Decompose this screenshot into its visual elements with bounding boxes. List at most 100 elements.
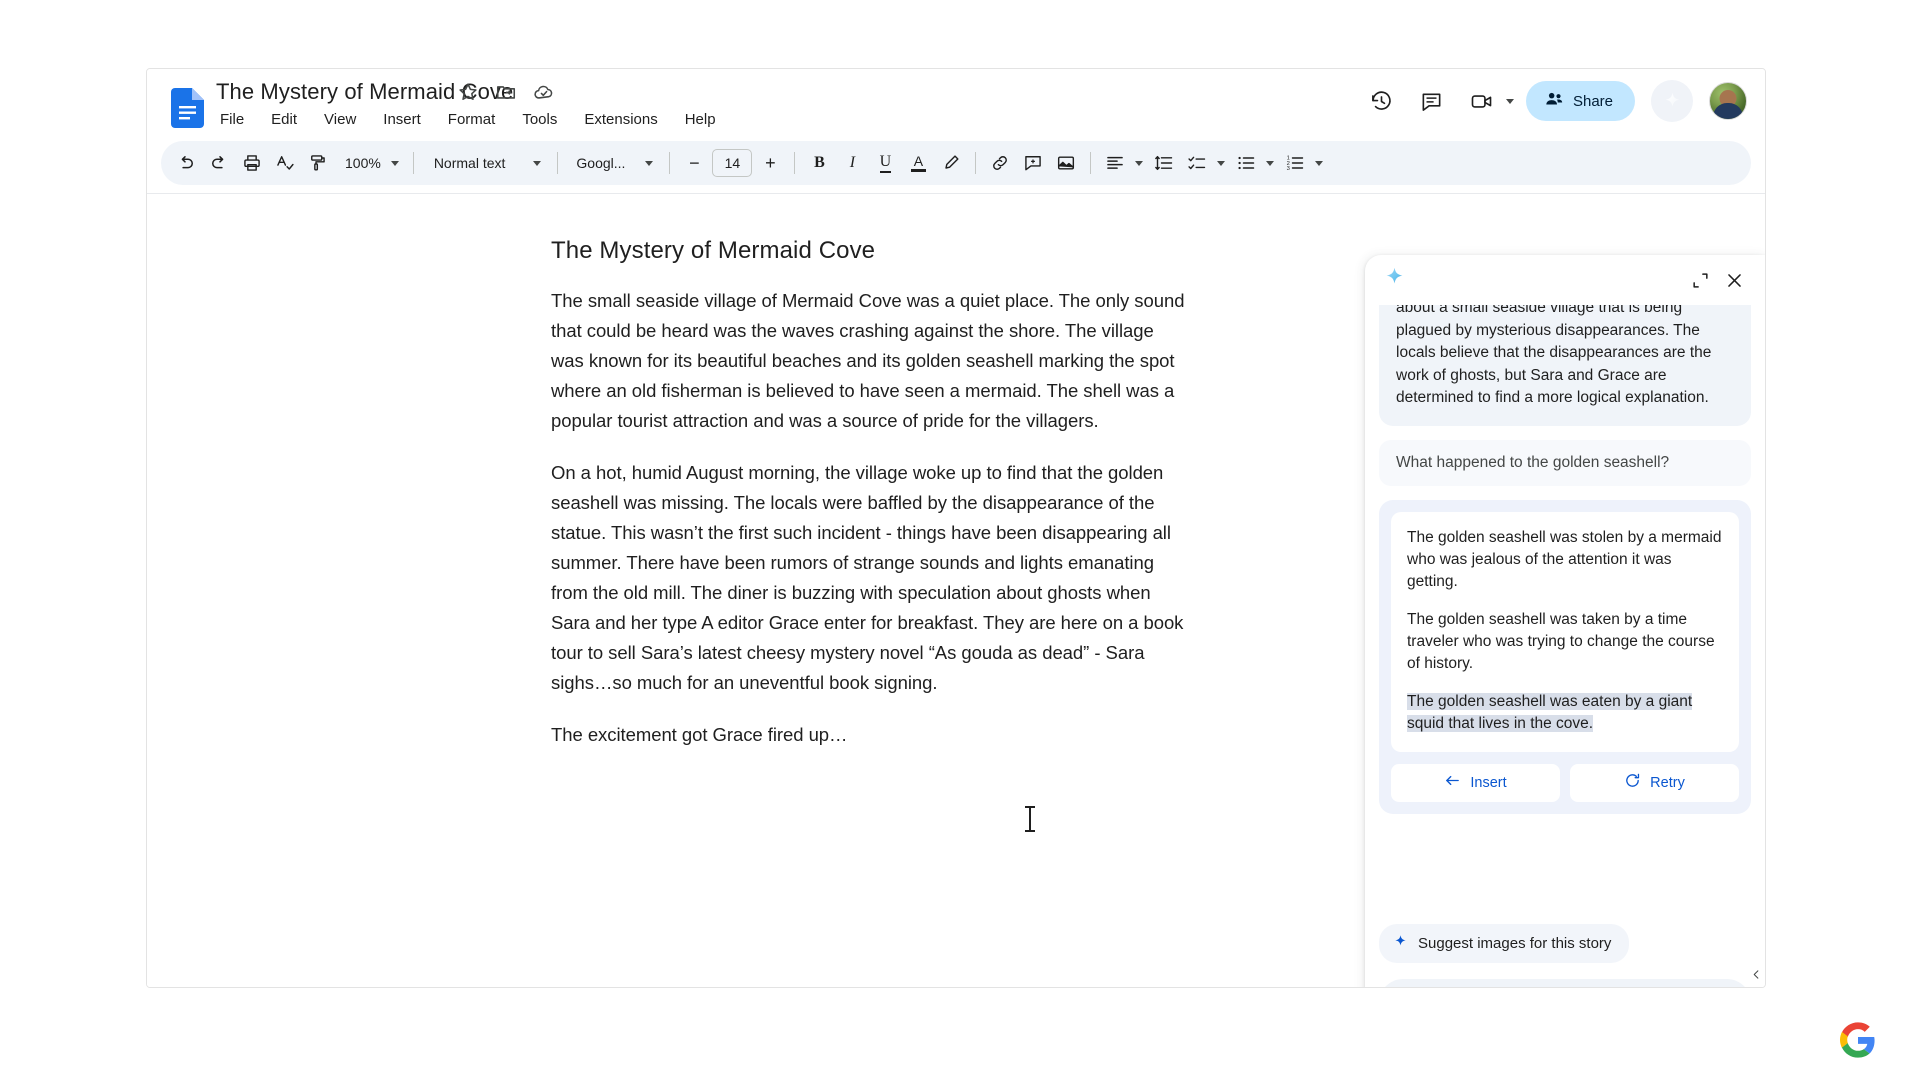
paint-format-icon[interactable] (302, 147, 334, 179)
toolbar-divider (557, 152, 558, 174)
numbered-list-icon[interactable]: 1 2 3 (1279, 147, 1311, 179)
line-spacing-icon[interactable] (1148, 147, 1180, 179)
ai-panel-header (1365, 255, 1765, 305)
menu-bar: File Edit View Insert Format Tools Exten… (217, 110, 719, 129)
font-size-input[interactable]: 14 (712, 149, 752, 177)
align-group (1099, 147, 1147, 179)
meet-dropdown-caret-icon[interactable] (1506, 99, 1514, 104)
menu-edit[interactable]: Edit (268, 110, 300, 129)
expand-panel-icon[interactable] (1683, 263, 1717, 297)
text-cursor-icon (1029, 806, 1031, 832)
text-color-swatch (911, 169, 926, 172)
chevron-down-icon (391, 161, 399, 166)
insert-link-icon[interactable] (984, 147, 1016, 179)
toolbar-wrap: 100% Normal text Googl... − 14 (147, 141, 1765, 193)
font-family-value: Googl... (576, 155, 625, 171)
version-history-icon[interactable] (1361, 80, 1403, 122)
print-icon[interactable] (236, 147, 268, 179)
video-camera-icon[interactable] (1461, 80, 1503, 122)
insert-label: Insert (1470, 775, 1506, 791)
zoom-control[interactable]: 100% (335, 147, 405, 179)
align-icon[interactable] (1099, 147, 1131, 179)
star-icon[interactable] (457, 81, 479, 103)
highlight-color-icon[interactable] (935, 147, 967, 179)
response-option-2[interactable]: The golden seashell was taken by a time … (1407, 609, 1723, 675)
toolbar-divider (794, 152, 795, 174)
numbered-list-dropdown-caret-icon[interactable] (1311, 147, 1327, 179)
ai-response-card: The golden seashell was stolen by a merm… (1379, 500, 1751, 814)
bulleted-list-dropdown-caret-icon[interactable] (1262, 147, 1278, 179)
menu-insert[interactable]: Insert (380, 110, 424, 129)
menu-format[interactable]: Format (445, 110, 499, 129)
italic-button[interactable]: I (836, 147, 868, 179)
bold-label: B (814, 154, 825, 172)
meet-group (1461, 80, 1514, 122)
bulleted-list-group (1230, 147, 1278, 179)
numbered-list-group: 1 2 3 (1279, 147, 1327, 179)
app-header: The Mystery of Mermaid Cove (147, 69, 1765, 141)
document-paragraph-3: The excitement got Grace fired up… (551, 720, 1191, 750)
chevron-down-icon (645, 161, 653, 166)
toolbar-divider (413, 152, 414, 174)
retry-button[interactable]: Retry (1570, 764, 1739, 802)
toolbar-divider (669, 152, 670, 174)
font-size-stepper: − 14 + (678, 147, 786, 179)
google-logo-icon (1840, 1022, 1876, 1058)
paragraph-style-value: Normal text (434, 155, 506, 171)
document-heading: The Mystery of Mermaid Cove (551, 237, 1191, 265)
add-comment-icon[interactable] (1017, 147, 1049, 179)
menu-tools[interactable]: Tools (519, 110, 560, 129)
redo-icon[interactable] (203, 147, 235, 179)
document-body[interactable]: The Mystery of Mermaid Cove The small se… (551, 237, 1191, 772)
menu-extensions[interactable]: Extensions (581, 110, 660, 129)
google-docs-logo-icon (170, 88, 204, 128)
collapse-panel-icon[interactable] (1748, 954, 1764, 988)
italic-label: I (850, 154, 855, 172)
menu-view[interactable]: View (321, 110, 359, 129)
ai-response-actions: Insert Retry (1391, 764, 1739, 802)
underline-button[interactable]: U (869, 147, 901, 179)
avatar[interactable] (1709, 82, 1747, 120)
gemini-sparkle-icon (1383, 266, 1406, 294)
text-color-button[interactable]: A (902, 147, 934, 179)
font-size-decrease-button[interactable]: − (678, 147, 710, 179)
bulleted-list-icon[interactable] (1230, 147, 1262, 179)
undo-icon[interactable] (170, 147, 202, 179)
insert-image-icon[interactable] (1050, 147, 1082, 179)
comments-icon[interactable] (1411, 80, 1453, 122)
insert-arrow-icon (1444, 772, 1461, 793)
suggestion-chip-label: Suggest images for this story (1418, 935, 1611, 952)
insert-button[interactable]: Insert (1391, 764, 1560, 802)
response-option-1[interactable]: The golden seashell was stolen by a merm… (1407, 527, 1723, 593)
chevron-down-icon (533, 161, 541, 166)
saved-to-drive-icon[interactable] (533, 81, 555, 103)
paragraph-style-control[interactable]: Normal text (422, 147, 550, 179)
underline-label: U (880, 153, 892, 173)
move-to-folder-icon[interactable] (495, 81, 517, 103)
share-people-icon (1544, 89, 1564, 113)
sparkle-small-icon (1393, 934, 1408, 953)
align-dropdown-caret-icon[interactable] (1131, 147, 1147, 179)
close-icon[interactable] (1717, 263, 1751, 297)
checklist-group (1181, 147, 1229, 179)
gemini-button[interactable] (1651, 80, 1693, 122)
ai-response-options: The golden seashell was stolen by a merm… (1391, 512, 1739, 752)
share-button[interactable]: Share (1526, 81, 1635, 121)
ask-input[interactable]: Ask anything... (1379, 979, 1751, 988)
screen: The Mystery of Mermaid Cove (0, 0, 1913, 1075)
checklist-icon[interactable] (1181, 147, 1213, 179)
ai-message-bubble: about a small seaside village that is be… (1379, 305, 1751, 426)
menu-file[interactable]: File (217, 110, 247, 129)
menu-help[interactable]: Help (682, 110, 719, 129)
suggestion-chip[interactable]: Suggest images for this story (1379, 924, 1629, 963)
checklist-dropdown-caret-icon[interactable] (1213, 147, 1229, 179)
refresh-icon (1624, 772, 1641, 793)
response-option-3[interactable]: The golden seashell was eaten by a giant… (1407, 691, 1723, 735)
document-paragraph-2: On a hot, humid August morning, the vill… (551, 458, 1191, 698)
toolbar: 100% Normal text Googl... − 14 (161, 141, 1751, 185)
spellcheck-icon[interactable] (269, 147, 301, 179)
font-family-control[interactable]: Googl... (566, 147, 661, 179)
font-size-increase-button[interactable]: + (754, 147, 786, 179)
svg-text:3: 3 (1287, 166, 1290, 172)
bold-button[interactable]: B (803, 147, 835, 179)
